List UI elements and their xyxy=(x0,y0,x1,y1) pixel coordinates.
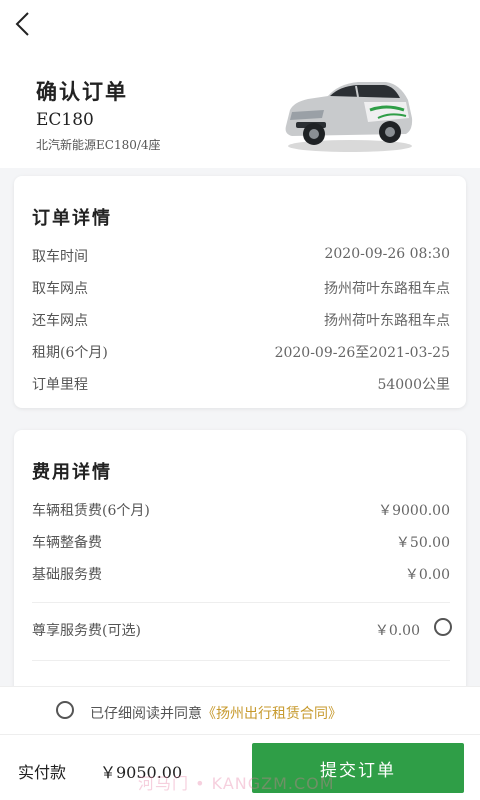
fee-details-card: 费用详情 车辆租赁费(6个月) ￥9000.00 车辆整备费 ￥50.00 基础… xyxy=(14,430,466,730)
order-row-rental-period: 租期(6个月) 2020-09-26至2021-03-25 xyxy=(32,342,450,364)
row-value: 54000公里 xyxy=(377,377,450,393)
car-model-description: 北汽新能源EC180/4座 xyxy=(36,138,161,152)
contract-link[interactable]: 《扬州出行租赁合同》 xyxy=(202,706,342,722)
order-row-mileage: 订单里程 54000公里 xyxy=(32,374,450,396)
premium-service-radio[interactable] xyxy=(434,618,452,636)
order-row-pickup-time: 取车时间 2020-09-26 08:30 xyxy=(32,246,450,268)
order-confirm-screen: 确认订单 EC180 北汽新能源EC180/4座 订单详情 取车时间 2020-… xyxy=(0,0,480,800)
row-label: 车辆租赁费(6个月) xyxy=(32,503,150,519)
row-label: 订单里程 xyxy=(32,377,88,393)
fee-details-title: 费用详情 xyxy=(32,462,112,483)
order-row-return-location: 还车网点 扬州荷叶东路租车点 xyxy=(32,310,450,332)
row-value: ￥50.00 xyxy=(395,535,450,551)
fee-row-basic-service: 基础服务费 ￥0.00 xyxy=(32,564,450,586)
row-label: 租期(6个月) xyxy=(32,345,108,361)
row-value: 2020-09-26 08:30 xyxy=(324,246,450,262)
row-label: 还车网点 xyxy=(32,313,88,329)
divider xyxy=(32,660,450,661)
order-details-card: 订单详情 取车时间 2020-09-26 08:30 取车网点 扬州荷叶东路租车… xyxy=(14,176,466,408)
row-value: 扬州荷叶东路租车点 xyxy=(324,281,450,297)
car-image xyxy=(285,82,413,152)
submit-order-button[interactable]: 提交订单 xyxy=(252,743,464,793)
page-title: 确认订单 xyxy=(36,79,128,104)
row-value: ￥0.00 xyxy=(404,567,450,583)
back-button[interactable] xyxy=(8,8,40,40)
agreement-bar: 已仔细阅读并同意《扬州出行租赁合同》 xyxy=(0,686,480,735)
car-model: EC180 xyxy=(36,110,94,130)
agreement-text: 已仔细阅读并同意《扬州出行租赁合同》 xyxy=(90,703,342,723)
agreement-prefix: 已仔细阅读并同意 xyxy=(90,706,202,722)
order-row-pickup-location: 取车网点 扬州荷叶东路租车点 xyxy=(32,278,450,300)
header: 确认订单 EC180 北汽新能源EC180/4座 xyxy=(0,0,480,168)
pay-label: 实付款 xyxy=(18,763,67,782)
row-label: 基础服务费 xyxy=(32,567,102,583)
row-label: 取车网点 xyxy=(32,281,88,297)
fee-row-rental: 车辆租赁费(6个月) ￥9000.00 xyxy=(32,500,450,522)
divider xyxy=(32,602,450,603)
row-value: ￥9000.00 xyxy=(378,503,450,519)
row-value: 扬州荷叶东路租车点 xyxy=(324,313,450,329)
row-value: ￥0.00 xyxy=(374,623,420,639)
order-details-title: 订单详情 xyxy=(32,208,112,229)
fee-row-premium-service: 尊享服务费(可选) ￥0.00 xyxy=(32,620,420,642)
row-label: 车辆整备费 xyxy=(32,535,102,551)
pay-amount: ￥9050.00 xyxy=(100,763,183,782)
bottom-bar: 实付款 ￥9050.00 提交订单 xyxy=(0,734,480,800)
fee-row-preparation: 车辆整备费 ￥50.00 xyxy=(32,532,450,554)
row-value: 2020-09-26至2021-03-25 xyxy=(274,345,450,361)
row-label: 尊享服务费(可选) xyxy=(32,623,141,639)
row-label: 取车时间 xyxy=(32,249,88,265)
agreement-checkbox[interactable] xyxy=(56,701,74,719)
chevron-left-icon xyxy=(15,12,29,36)
